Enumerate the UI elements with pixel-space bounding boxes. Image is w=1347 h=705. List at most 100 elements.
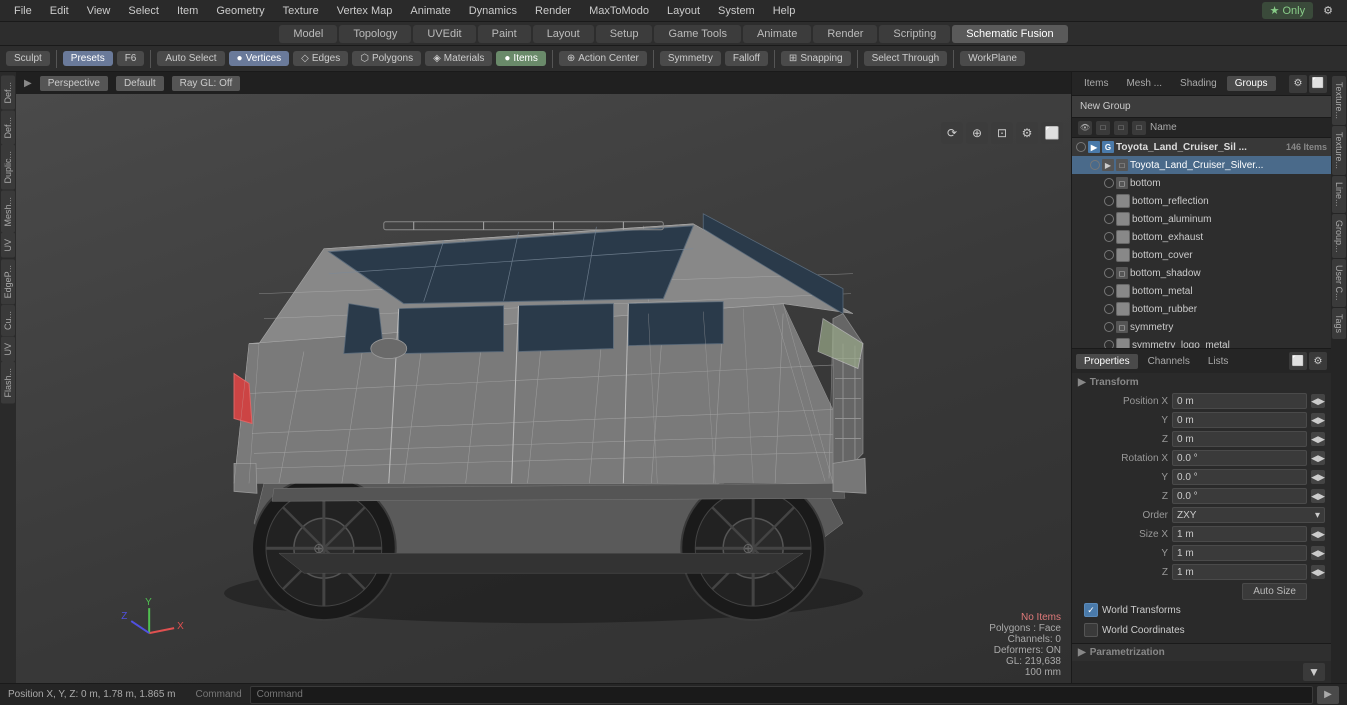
position-z-arrow[interactable]: ◀▶ [1311, 432, 1325, 446]
tree-item-bottom-cover[interactable]: bottom_cover [1072, 246, 1331, 264]
tree-eye-2[interactable] [1104, 178, 1114, 188]
tree-eye-10[interactable] [1104, 322, 1114, 332]
edges-btn[interactable]: ◇ Edges [293, 51, 348, 66]
action-center-btn[interactable]: ⊕ Action Center [559, 51, 647, 66]
size-z-value[interactable]: 1 m [1172, 564, 1307, 580]
items-btn[interactable]: ● Items [496, 51, 546, 66]
order-select[interactable]: ZXY ▾ [1172, 507, 1325, 523]
rtab-groups[interactable]: Groups [1227, 76, 1276, 91]
vtab-mesh[interactable]: Mesh... [1, 191, 15, 233]
vtab-duplic[interactable]: Duplic... [1, 145, 15, 190]
tab-schematic[interactable]: Schematic Fusion [952, 25, 1067, 43]
size-y-value[interactable]: 1 m [1172, 545, 1307, 561]
panel-settings-icon[interactable]: ⚙ [1289, 75, 1307, 93]
menu-render[interactable]: Render [527, 3, 579, 19]
workplane-btn[interactable]: WorkPlane [960, 51, 1025, 66]
menu-animate[interactable]: Animate [402, 3, 458, 19]
menu-select[interactable]: Select [120, 3, 167, 19]
rotation-y-arrow[interactable]: ◀▶ [1311, 470, 1325, 484]
rotation-x-value[interactable]: 0.0 ° [1172, 450, 1307, 466]
materials-btn[interactable]: ◈ Materials [425, 51, 492, 66]
tree-item-bottom-metal[interactable]: bottom_metal [1072, 282, 1331, 300]
select-through-btn[interactable]: Select Through [864, 51, 948, 66]
position-x-value[interactable]: 0 m [1172, 393, 1307, 409]
menu-texture[interactable]: Texture [275, 3, 327, 19]
rtab-mesh[interactable]: Mesh ... [1118, 76, 1170, 91]
rvtab-texture2[interactable]: Texture... [1332, 126, 1346, 175]
vtab-cu[interactable]: Cu... [1, 305, 15, 336]
tree-item-sym-logo[interactable]: symmetry_logo_metal [1072, 336, 1331, 348]
vertices-btn[interactable]: ● Vertices [229, 51, 290, 66]
tree-eye-1[interactable] [1090, 160, 1100, 170]
props-expand-icon[interactable]: ⬜ [1289, 352, 1307, 370]
menu-system[interactable]: System [710, 3, 763, 19]
default-btn[interactable]: Default [116, 76, 164, 91]
menu-file[interactable]: File [6, 3, 40, 19]
tab-topology[interactable]: Topology [339, 25, 411, 43]
ptab-channels[interactable]: Channels [1140, 354, 1198, 369]
tree-eye-5[interactable] [1104, 232, 1114, 242]
tree-eye-8[interactable] [1104, 286, 1114, 296]
tab-paint[interactable]: Paint [478, 25, 531, 43]
rotation-z-arrow[interactable]: ◀▶ [1311, 489, 1325, 503]
f6-btn[interactable]: F6 [117, 51, 145, 66]
rotation-x-arrow[interactable]: ◀▶ [1311, 451, 1325, 465]
vtab-def1[interactable]: Def... [1, 76, 15, 110]
tree-eye-4[interactable] [1104, 214, 1114, 224]
parametrization-section[interactable]: ▶ Parametrization [1072, 643, 1331, 661]
presets-btn[interactable]: Presets [63, 51, 113, 66]
sculpt-btn[interactable]: Sculpt [6, 51, 50, 66]
vtab-def2[interactable]: Def... [1, 111, 15, 145]
maximize-tool[interactable]: ⬜ [1041, 122, 1063, 144]
world-coords-checkbox[interactable] [1084, 623, 1098, 637]
tab-scripting[interactable]: Scripting [879, 25, 950, 43]
tree-item-bottom[interactable]: ◻ bottom [1072, 174, 1331, 192]
tab-render[interactable]: Render [813, 25, 877, 43]
run-button[interactable]: ▶ [1317, 686, 1339, 704]
group-tree[interactable]: ▶ □ Toyota_Land_Cruiser_Silver... ◻ bott… [1072, 156, 1331, 348]
rvtab-userc[interactable]: User C... [1332, 259, 1346, 307]
position-z-value[interactable]: 0 m [1172, 431, 1307, 447]
snapping-btn[interactable]: ⊞ Snapping [781, 51, 851, 66]
tree-item-symmetry[interactable]: ◻ symmetry [1072, 318, 1331, 336]
menu-geometry[interactable]: Geometry [208, 3, 272, 19]
command-input[interactable] [250, 686, 1313, 704]
ray-gl-btn[interactable]: Ray GL: Off [172, 76, 241, 91]
tab-model[interactable]: Model [279, 25, 337, 43]
rtab-shading[interactable]: Shading [1172, 76, 1225, 91]
menu-edit[interactable]: Edit [42, 3, 77, 19]
menu-help[interactable]: Help [765, 3, 804, 19]
fit-tool[interactable]: ⊡ [991, 122, 1013, 144]
tab-setup[interactable]: Setup [596, 25, 653, 43]
position-y-arrow[interactable]: ◀▶ [1311, 413, 1325, 427]
symmetry-btn[interactable]: Symmetry [660, 51, 721, 66]
viewport[interactable]: ▶ Perspective Default Ray GL: Off [16, 72, 1071, 683]
rvtab-line[interactable]: Line... [1332, 176, 1346, 213]
ptab-lists[interactable]: Lists [1200, 354, 1237, 369]
rvtab-texture1[interactable]: Texture... [1332, 76, 1346, 125]
world-transforms-checkbox[interactable]: ✓ [1084, 603, 1098, 617]
group-eye[interactable] [1076, 142, 1086, 152]
tree-eye-11[interactable] [1104, 340, 1114, 348]
rvtab-group[interactable]: Group... [1332, 214, 1346, 259]
tree-item-bottom-exhaust[interactable]: bottom_exhaust [1072, 228, 1331, 246]
menu-vertex-map[interactable]: Vertex Map [329, 3, 401, 19]
tree-eye-9[interactable] [1104, 304, 1114, 314]
tab-animate[interactable]: Animate [743, 25, 811, 43]
vtab-uv2[interactable]: UV [1, 337, 15, 362]
tab-game-tools[interactable]: Game Tools [654, 25, 741, 43]
vtab-uv[interactable]: UV [1, 233, 15, 258]
menu-view[interactable]: View [79, 3, 119, 19]
panel-expand-icon[interactable]: ⬜ [1309, 75, 1327, 93]
tree-item-bottom-shadow[interactable]: ◻ bottom_shadow [1072, 264, 1331, 282]
tab-uvedit[interactable]: UVEdit [413, 25, 475, 43]
size-z-arrow[interactable]: ◀▶ [1311, 565, 1325, 579]
new-group-button[interactable]: New Group [1072, 96, 1331, 118]
position-y-value[interactable]: 0 m [1172, 412, 1307, 428]
rotation-y-value[interactable]: 0.0 ° [1172, 469, 1307, 485]
tree-eye-3[interactable] [1104, 196, 1114, 206]
tree-eye-7[interactable] [1104, 268, 1114, 278]
tree-item-toyota[interactable]: ▶ □ Toyota_Land_Cruiser_Silver... [1072, 156, 1331, 174]
size-x-arrow[interactable]: ◀▶ [1311, 527, 1325, 541]
tree-eye-6[interactable] [1104, 250, 1114, 260]
